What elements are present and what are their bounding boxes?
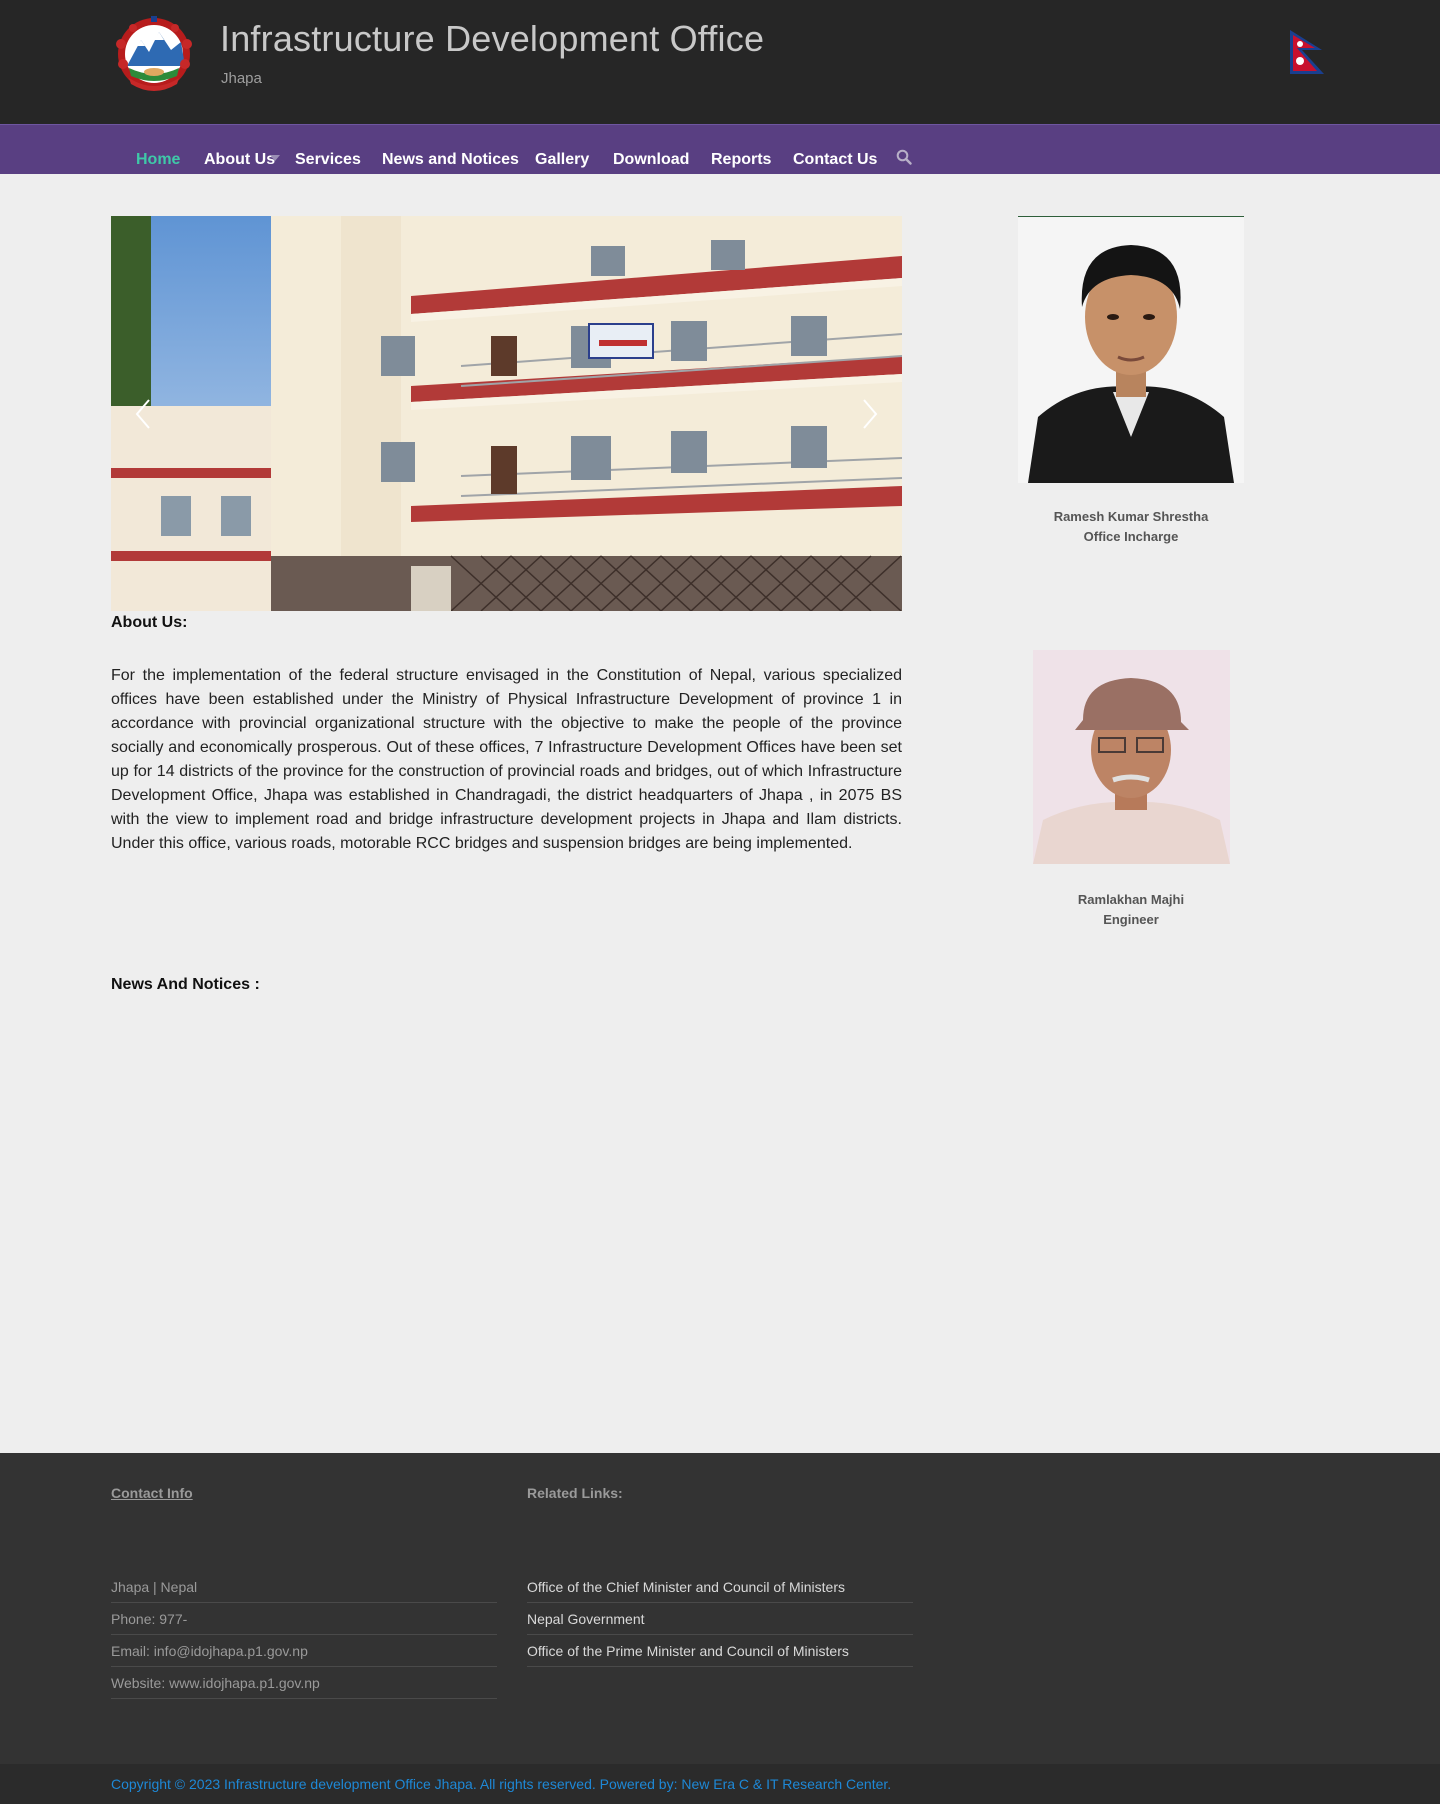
staff-role: Office Incharge — [1083, 529, 1179, 544]
contact-address: Jhapa | Nepal — [111, 1572, 497, 1603]
nepal-emblem-logo[interactable] — [111, 14, 197, 92]
nav-download[interactable]: Download — [613, 151, 689, 169]
nav-about-us[interactable]: About Us — [204, 151, 275, 169]
site-footer: Contact Info Related Links: Jhapa | Nepa… — [0, 1453, 1440, 1764]
nav-services[interactable]: Services — [295, 151, 361, 169]
chevron-left-icon[interactable] — [131, 396, 155, 432]
nav-contact-us[interactable]: Contact Us — [793, 151, 877, 169]
image-slider[interactable] — [111, 216, 902, 611]
related-links-heading: Related Links: — [527, 1485, 623, 1501]
contact-info-heading[interactable]: Contact Info — [111, 1485, 193, 1501]
office-building-photo — [111, 216, 902, 611]
about-heading: About Us: — [111, 614, 188, 631]
about-text: For the implementation of the federal st… — [111, 667, 902, 852]
staff-name: Ramesh Kumar Shrestha — [1053, 509, 1209, 524]
contact-website: Website: www.idojhapa.p1.gov.np — [111, 1668, 497, 1699]
staff-photo — [1033, 650, 1230, 864]
copyright-text[interactable]: Copyright © 2023 Infrastructure developm… — [111, 1776, 891, 1792]
nav-news-and-notices[interactable]: News and Notices — [382, 151, 519, 169]
staff-role: Engineer — [1103, 912, 1159, 927]
site-header: Infrastructure Development Office Jhapa — [0, 0, 1440, 124]
site-title[interactable]: Infrastructure Development Office — [220, 18, 764, 60]
nav-gallery[interactable]: Gallery — [535, 151, 589, 169]
site-subtitle: Jhapa — [221, 70, 262, 87]
contact-phone: Phone: 977- — [111, 1604, 497, 1635]
nepal-flag-icon — [1288, 28, 1328, 76]
copyright-bar: Copyright © 2023 Infrastructure developm… — [0, 1764, 1440, 1804]
search-icon[interactable] — [896, 149, 912, 165]
news-heading: News And Notices : — [111, 976, 260, 993]
staff-photo — [1018, 216, 1244, 483]
related-link-prime-minister[interactable]: Office of the Prime Minister and Council… — [527, 1636, 913, 1667]
related-link-chief-minister[interactable]: Office of the Chief Minister and Council… — [527, 1572, 913, 1603]
chevron-down-icon[interactable] — [270, 155, 280, 161]
nav-reports[interactable]: Reports — [711, 151, 771, 169]
staff-name: Ramlakhan Majhi — [1077, 892, 1185, 907]
related-link-nepal-government[interactable]: Nepal Government — [527, 1604, 913, 1635]
contact-email: Email: info@idojhapa.p1.gov.np — [111, 1636, 497, 1667]
nav-home[interactable]: Home — [136, 151, 180, 169]
main-nav: Home About Us Services News and Notices … — [0, 124, 1440, 174]
chevron-right-icon[interactable] — [858, 396, 882, 432]
